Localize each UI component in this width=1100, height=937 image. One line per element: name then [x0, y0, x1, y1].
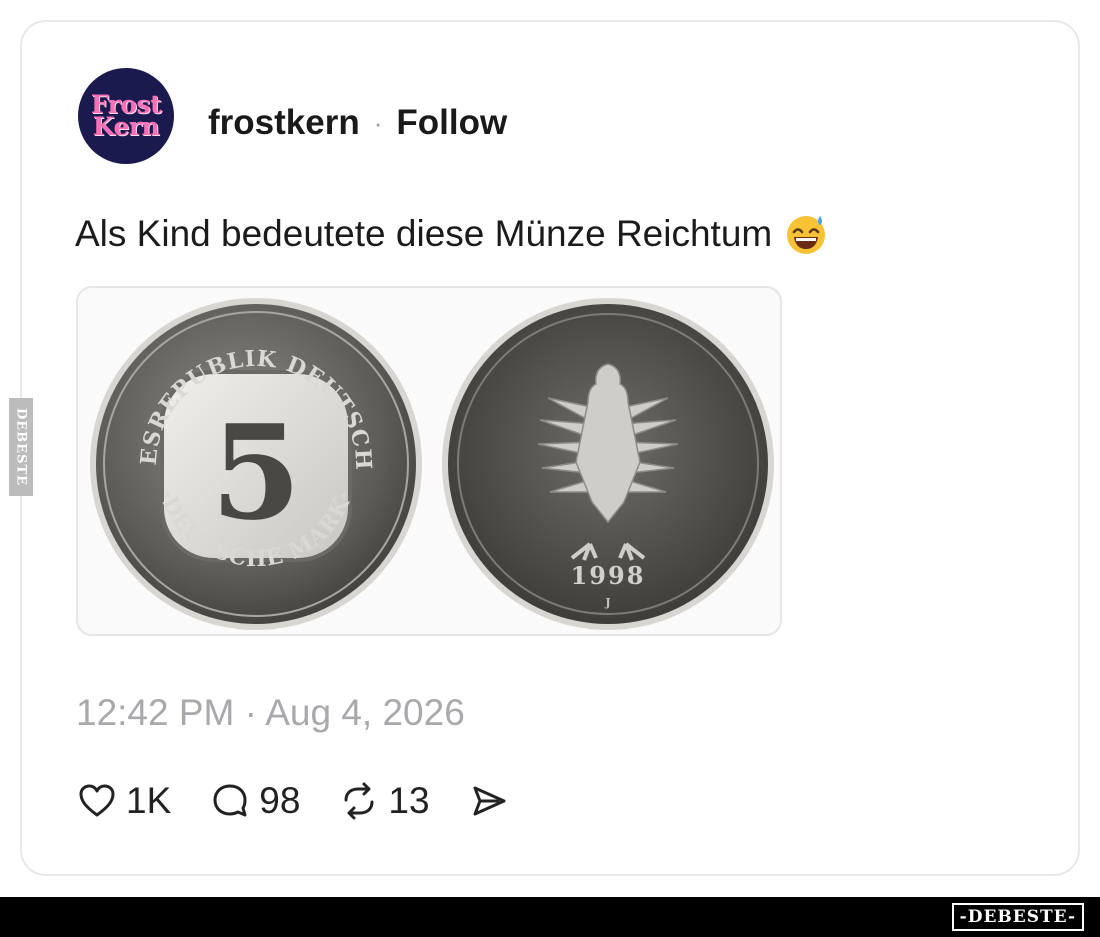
speech-bubble-icon: [213, 784, 247, 817]
post-image[interactable]: 5 BUNDESREPUBLIK DEUTSCHLAND ·DEUTSCHE M…: [76, 286, 782, 636]
repost-arrows-icon: [344, 782, 374, 820]
coin-image: 5 BUNDESREPUBLIK DEUTSCHLAND ·DEUTSCHE M…: [78, 288, 774, 630]
side-watermark-text: DEBESTE: [13, 407, 29, 487]
share-button[interactable]: [468, 780, 518, 822]
like-count: 1K: [126, 780, 172, 821]
coin-front-number: 5: [211, 396, 301, 549]
post-text: Als Kind bedeutete diese Münze Reichtum: [75, 213, 773, 254]
grinning-face-with-sweat-icon: [784, 212, 828, 256]
follow-button[interactable]: Follow: [396, 103, 507, 143]
like-button[interactable]: 1K: [76, 780, 171, 822]
avatar-line-2: Kern: [92, 112, 160, 141]
coin-front: 5 BUNDESREPUBLIK DEUTSCHLAND ·DEUTSCHE M…: [78, 288, 422, 630]
separator: ·: [373, 107, 383, 138]
footer-watermark-logo: -DEBESTE-: [951, 903, 1084, 931]
reply-count: 98: [259, 780, 301, 821]
avatar[interactable]: Frost Kern: [78, 68, 174, 164]
reply-button[interactable]: 98: [209, 780, 300, 822]
timestamp[interactable]: 12:42 PM · Aug 4, 2026: [76, 692, 465, 734]
coin-back-year: 1998: [571, 561, 646, 590]
post-text-line: Als Kind bedeutete diese Münze Reichtum: [75, 212, 828, 256]
coin-back-mint: J: [604, 596, 610, 609]
repost-button[interactable]: 13: [338, 780, 430, 822]
post-header: frostkern · Follow: [208, 100, 507, 146]
heart-icon: [79, 784, 115, 817]
repost-count: 13: [388, 780, 430, 821]
username[interactable]: frostkern: [208, 103, 360, 143]
coin-back: 1998 J: [442, 298, 774, 630]
action-bar: 1K 98 13: [76, 780, 556, 822]
send-icon: [473, 786, 506, 816]
footer-bar: -DEBESTE-: [0, 897, 1100, 937]
post-card: Frost Kern frostkern · Follow Als Kind b…: [20, 20, 1080, 876]
side-watermark: DEBESTE: [9, 398, 33, 496]
